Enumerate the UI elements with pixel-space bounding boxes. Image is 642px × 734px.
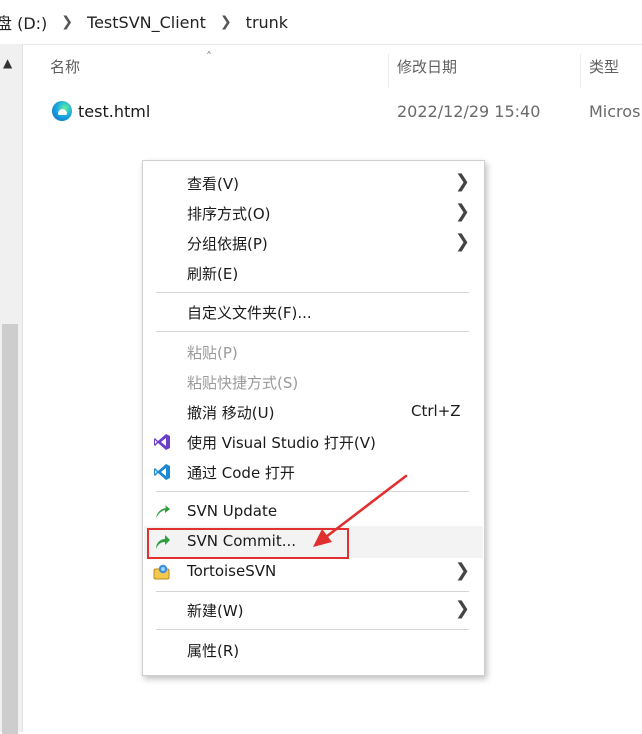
menu-item-label: 撤消 移动(U) — [187, 404, 275, 422]
chevron-right-icon: ❯ — [454, 201, 470, 222]
menu-item-label: 通过 Code 打开 — [187, 464, 295, 482]
chevron-right-icon: ❯ — [454, 560, 470, 581]
menu-item-label: TortoiseSVN — [187, 562, 277, 580]
file-type: Micros — [589, 102, 641, 121]
menu-item-label: 粘贴(P) — [187, 344, 238, 362]
breadcrumb-current[interactable]: trunk — [246, 13, 288, 32]
menu-item-label: 分组依据(P) — [187, 235, 268, 253]
menu-item-tortoisesvn[interactable]: TortoiseSVN ❯ — [143, 557, 482, 587]
menu-item-refresh[interactable]: 刷新(E) — [143, 258, 482, 288]
menu-item-label: 排序方式(O) — [187, 205, 271, 223]
tortoisesvn-icon — [153, 564, 170, 580]
sort-ascending-icon: ˄ — [206, 50, 212, 64]
menu-item-paste[interactable]: 粘贴(P) — [143, 337, 482, 367]
menu-item-new[interactable]: 新建(W) ❯ — [143, 595, 482, 625]
vscode-icon — [154, 464, 170, 480]
chevron-right-icon: ❯ — [454, 598, 470, 619]
address-breadcrumb: 盘 (D:) ❯ TestSVN_Client ❯ trunk — [0, 0, 642, 45]
breadcrumb-drive[interactable]: 盘 (D:) — [0, 10, 47, 34]
column-divider[interactable] — [580, 54, 581, 88]
menu-item-label: 属性(R) — [187, 642, 240, 660]
chevron-right-icon: ❯ — [454, 231, 470, 252]
menu-item-open-visual-studio[interactable]: 使用 Visual Studio 打开(V) — [143, 427, 482, 457]
file-row[interactable]: test.html 2022/12/29 15:40 Micros — [48, 95, 642, 127]
menu-item-label: 自定义文件夹(F)... — [187, 304, 312, 322]
scroll-up-icon[interactable]: ▲ — [3, 56, 12, 70]
menu-item-label: 查看(V) — [187, 175, 239, 193]
menu-item-label: 粘贴快捷方式(S) — [187, 374, 299, 392]
menu-separator — [156, 629, 469, 630]
breadcrumb-folder[interactable]: TestSVN_Client — [87, 13, 206, 32]
chevron-right-icon[interactable]: ❯ — [220, 14, 232, 30]
context-menu: 查看(V) ❯ 排序方式(O) ❯ 分组依据(P) ❯ 刷新(E) 自定义文件夹… — [142, 160, 485, 676]
menu-item-label: 刷新(E) — [187, 265, 239, 283]
chevron-right-icon: ❯ — [454, 171, 470, 192]
scrollbar-thumb[interactable] — [2, 324, 18, 734]
navigation-pane-scrollbar[interactable]: ▲ — [0, 44, 23, 734]
menu-item-group[interactable]: 分组依据(P) ❯ — [143, 228, 482, 258]
annotation-arrow-icon — [313, 474, 408, 547]
chevron-right-icon[interactable]: ❯ — [61, 14, 73, 30]
menu-item-label: SVN Update — [187, 502, 278, 520]
menu-item-shortcut: Ctrl+Z — [411, 402, 461, 420]
svn-update-icon — [156, 505, 170, 518]
menu-separator — [156, 331, 469, 332]
column-header-type[interactable]: 类型 — [589, 56, 619, 90]
menu-item-undo-move[interactable]: 撤消 移动(U) Ctrl+Z — [143, 397, 482, 427]
column-header-modified[interactable]: 修改日期 — [397, 56, 457, 90]
menu-item-sort[interactable]: 排序方式(O) ❯ — [143, 198, 482, 228]
file-name: test.html — [78, 102, 151, 121]
file-modified-date: 2022/12/29 15:40 — [397, 102, 541, 121]
menu-separator — [156, 292, 469, 293]
column-divider[interactable] — [388, 54, 389, 88]
edge-file-icon — [52, 101, 72, 121]
menu-item-label: 新建(W) — [187, 602, 244, 620]
column-header-name[interactable]: 名称 — [50, 56, 80, 90]
menu-item-label: 使用 Visual Studio 打开(V) — [187, 434, 376, 452]
menu-item-customize-folder[interactable]: 自定义文件夹(F)... — [143, 297, 482, 327]
menu-item-paste-shortcut[interactable]: 粘贴快捷方式(S) — [143, 367, 482, 397]
visual-studio-icon — [154, 434, 170, 450]
menu-item-properties[interactable]: 属性(R) — [143, 635, 482, 665]
menu-separator — [156, 591, 469, 592]
menu-item-view[interactable]: 查看(V) ❯ — [143, 168, 482, 198]
